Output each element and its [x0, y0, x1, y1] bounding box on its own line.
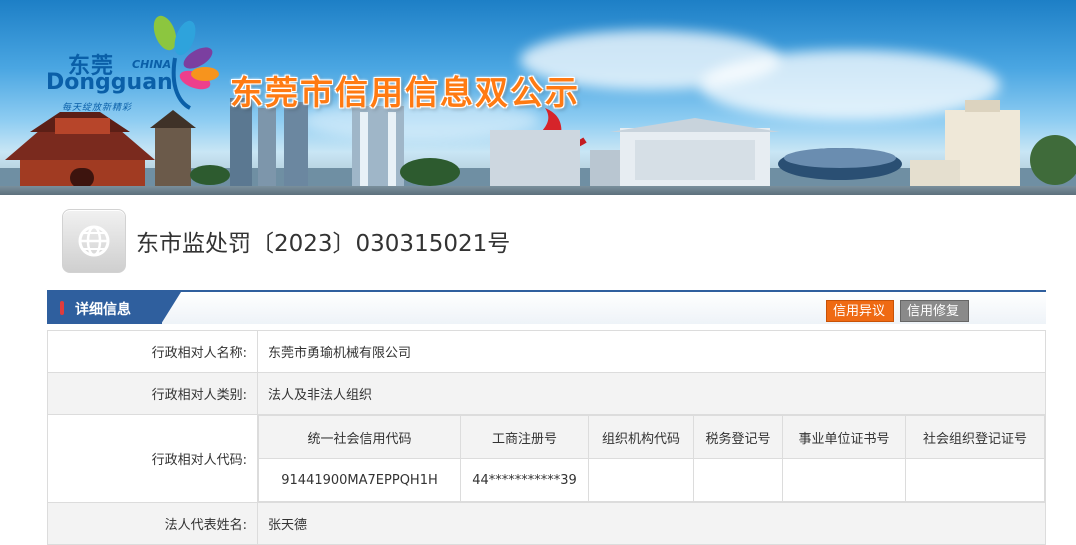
tab-label: 详细信息: [75, 302, 131, 318]
tab-slant: [161, 292, 181, 324]
code-header-org-code: 组织机构代码: [588, 415, 694, 459]
detail-section-bar: 详细信息 信用异议 信用修复: [47, 290, 1046, 324]
code-value-tax-reg: [693, 458, 783, 502]
logo-english-text: Dongguan: [46, 70, 173, 95]
code-header-social-org-cert: 社会组织登记证号: [905, 415, 1045, 459]
site-banner: 东莞 CHINA Dongguan 每天绽放新精彩 东莞市信用信息双公示: [0, 0, 1076, 195]
code-header-tax-reg: 税务登记号: [693, 415, 783, 459]
tab-detail-info[interactable]: 详细信息: [47, 292, 162, 324]
code-header-business-reg: 工商注册号: [460, 415, 589, 459]
globe-document-icon: [62, 209, 126, 273]
legal-rep-value: 张天德: [257, 502, 1046, 545]
logo-slogan: 每天绽放新精彩: [62, 103, 133, 113]
code-cell: 统一社会信用代码 工商注册号 组织机构代码 税务登记号 事业单位证书号 社会组织…: [257, 414, 1046, 503]
table-row: 法人代表姓名: 张天德: [47, 502, 1046, 545]
table-row: 行政相对人名称: 东莞市勇瑜机械有限公司: [47, 330, 1046, 373]
name-value: 东莞市勇瑜机械有限公司: [257, 330, 1046, 373]
code-header-row: 统一社会信用代码 工商注册号 组织机构代码 税务登记号 事业单位证书号 社会组织…: [258, 415, 1045, 459]
credit-repair-button[interactable]: 信用修复: [900, 300, 969, 322]
tab-marker: [60, 301, 64, 315]
banner-bottom-strip: [0, 186, 1076, 195]
code-header-uscc: 统一社会信用代码: [258, 415, 461, 459]
code-value-row: 91441900MA7EPPQH1H 44***********39: [258, 458, 1045, 502]
document-title: 东市监处罚〔2023〕030315021号: [136, 231, 511, 257]
credit-objection-button[interactable]: 信用异议: [826, 300, 894, 322]
detail-table: 行政相对人名称: 东莞市勇瑜机械有限公司 行政相对人类别: 法人及非法人组织 行…: [47, 330, 1046, 545]
code-value-business-reg: 44***********39: [460, 458, 589, 502]
code-header-institution-cert: 事业单位证书号: [782, 415, 906, 459]
code-label: 行政相对人代码:: [47, 414, 258, 503]
code-value-org-code: [588, 458, 694, 502]
table-row: 行政相对人代码: 统一社会信用代码 工商注册号 组织机构代码 税务登记号 事业单…: [47, 414, 1046, 503]
legal-rep-label: 法人代表姓名:: [47, 502, 258, 545]
dongguan-logo: 东莞 CHINA Dongguan 每天绽放新精彩: [40, 8, 220, 118]
category-value: 法人及非法人组织: [257, 372, 1046, 415]
table-row: 行政相对人类别: 法人及非法人组织: [47, 372, 1046, 415]
code-subtable: 统一社会信用代码 工商注册号 组织机构代码 税务登记号 事业单位证书号 社会组织…: [258, 415, 1045, 502]
code-value-uscc: 91441900MA7EPPQH1H: [258, 458, 461, 502]
site-title: 东莞市信用信息双公示: [230, 73, 580, 112]
code-value-institution-cert: [782, 458, 906, 502]
category-label: 行政相对人类别:: [47, 372, 258, 415]
name-label: 行政相对人名称:: [47, 330, 258, 373]
code-value-social-org-cert: [905, 458, 1045, 502]
